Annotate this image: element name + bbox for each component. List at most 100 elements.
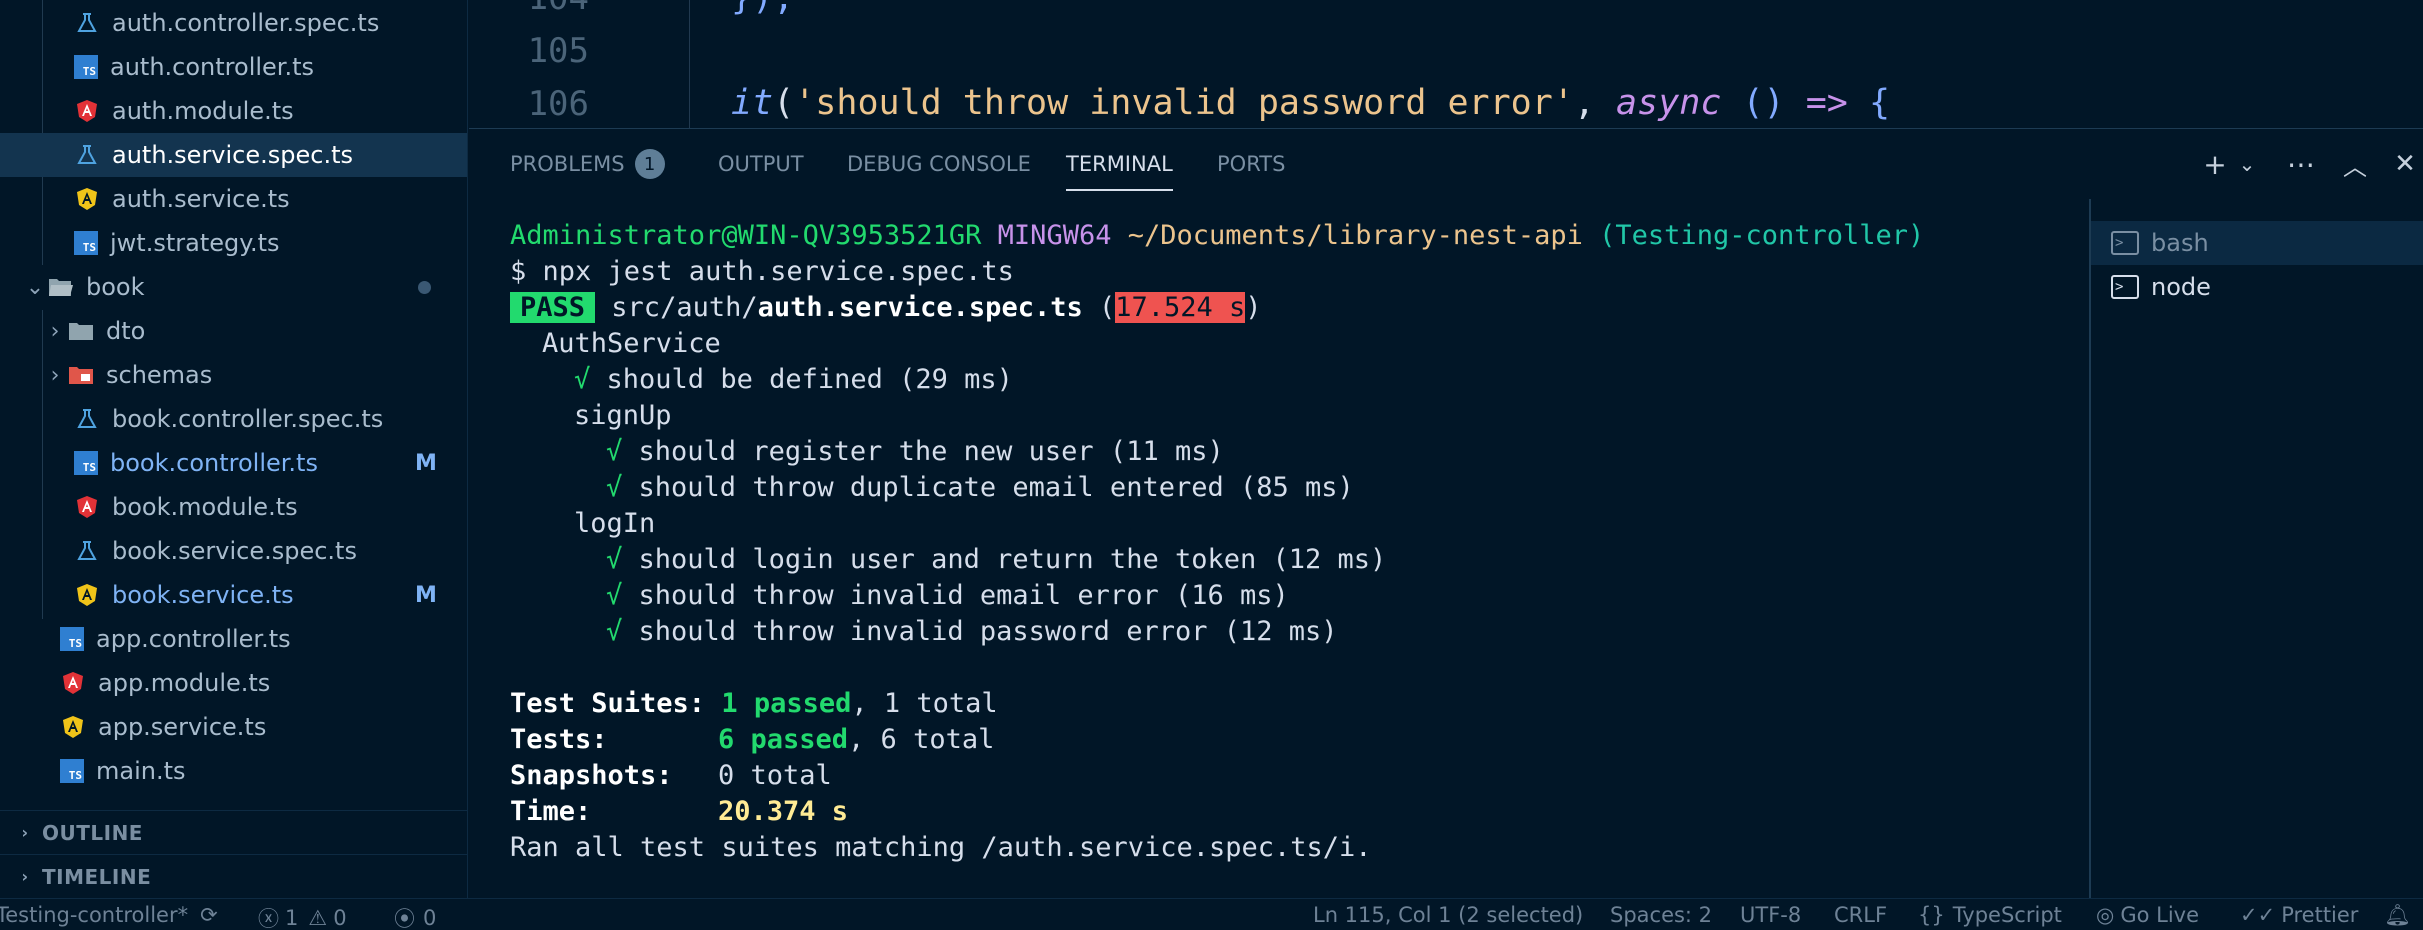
typescript-file-icon: TS bbox=[74, 55, 98, 79]
outline-label: OUTLINE bbox=[42, 820, 143, 845]
summary-label: Tests: bbox=[510, 724, 608, 755]
indentation[interactable]: Spaces: 2 bbox=[1610, 903, 1712, 927]
maximize-panel-button[interactable]: ︿ bbox=[2335, 145, 2375, 183]
new-terminal-button[interactable]: + bbox=[2197, 145, 2233, 183]
file-book-module[interactable]: book.module.ts bbox=[0, 485, 467, 529]
test-flask-icon bbox=[74, 538, 100, 564]
modified-badge: M bbox=[415, 450, 437, 476]
terminal-tab-bash[interactable]: > bash bbox=[2091, 221, 2423, 265]
encoding[interactable]: UTF-8 bbox=[1740, 903, 1801, 927]
test-flask-icon bbox=[74, 406, 100, 432]
tab-terminal[interactable]: TERMINAL bbox=[1066, 129, 1173, 199]
file-label: app.controller.ts bbox=[96, 625, 291, 653]
suite-name: AuthService bbox=[542, 328, 721, 359]
test-result-line: √ should throw invalid password error (1… bbox=[606, 614, 1338, 650]
timeline-section[interactable]: › TIMELINE bbox=[0, 854, 467, 898]
problems-indicator[interactable]: ⓧ 1 ⚠ 0 bbox=[258, 903, 347, 930]
tab-problems[interactable]: PROBLEMS 1 bbox=[510, 129, 665, 199]
angular-red-icon bbox=[60, 670, 86, 696]
test-result-text: should register the new user (11 ms) bbox=[638, 436, 1224, 467]
file-auth-controller[interactable]: TS auth.controller.ts bbox=[0, 45, 467, 89]
code-editor[interactable]: 104 }); 105 106 it('should throw invalid… bbox=[469, 0, 2423, 128]
tab-label: OUTPUT bbox=[718, 152, 804, 176]
file-book-service-spec[interactable]: book.service.spec.ts bbox=[0, 529, 467, 573]
code-line: }); bbox=[731, 0, 794, 18]
folder-label: book bbox=[86, 273, 145, 301]
timeline-label: TIMELINE bbox=[42, 864, 152, 889]
summary-passed: 1 passed bbox=[721, 688, 852, 719]
terminal-name: bash bbox=[2151, 229, 2209, 257]
prettier-button[interactable]: ✓✓ Prettier bbox=[2240, 903, 2358, 927]
chevron-right-icon: › bbox=[21, 867, 29, 886]
summary-time: Time: 20.374 s bbox=[510, 794, 848, 830]
outline-section[interactable]: › OUTLINE bbox=[0, 810, 467, 854]
cursor-position[interactable]: Ln 115, Col 1 (2 selected) bbox=[1313, 903, 1583, 927]
file-label: book.module.ts bbox=[112, 493, 298, 521]
tab-output[interactable]: OUTPUT bbox=[718, 129, 804, 199]
status-bar: Testing-controller* ⟳ ⓧ 1 ⚠ 0 ⦿ 0 Ln 115… bbox=[0, 898, 2423, 930]
code-line: it('should throw invalid password error'… bbox=[731, 83, 1891, 123]
terminal-prompt-line: Administrator@WIN-QV3953521GR MINGW64 ~/… bbox=[510, 218, 1924, 254]
folder-open-icon bbox=[48, 274, 74, 300]
file-auth-controller-spec[interactable]: auth.controller.spec.ts bbox=[0, 1, 467, 45]
file-main[interactable]: TS main.ts bbox=[0, 749, 467, 793]
tab-label: PORTS bbox=[1217, 152, 1286, 176]
notifications-button[interactable]: 🔔︎ bbox=[2384, 903, 2411, 928]
file-app-service[interactable]: app.service.ts bbox=[0, 705, 467, 749]
test-result-text: should throw invalid password error (12 … bbox=[638, 616, 1338, 647]
check-icon: √ bbox=[606, 544, 623, 575]
file-label: auth.controller.spec.ts bbox=[112, 9, 380, 37]
test-flask-icon bbox=[74, 10, 100, 36]
test-result-text: should throw invalid email error (16 ms) bbox=[638, 580, 1289, 611]
test-group-name: logIn bbox=[574, 508, 656, 539]
file-book-controller[interactable]: TS book.controller.ts M bbox=[0, 441, 467, 485]
file-label: auth.module.ts bbox=[112, 97, 294, 125]
file-auth-service-spec[interactable]: auth.service.spec.ts bbox=[0, 133, 467, 177]
file-auth-service[interactable]: auth.service.ts bbox=[0, 177, 467, 221]
close-panel-button[interactable]: ✕ bbox=[2387, 145, 2423, 183]
file-jwt-strategy[interactable]: TS jwt.strategy.ts bbox=[0, 221, 467, 265]
folder-schemas[interactable]: › schemas bbox=[0, 353, 467, 397]
file-app-module[interactable]: app.module.ts bbox=[0, 661, 467, 705]
tab-label: DEBUG CONSOLE bbox=[847, 152, 1031, 176]
tab-debug-console[interactable]: DEBUG CONSOLE bbox=[847, 129, 1031, 199]
prompt-env: MINGW64 bbox=[997, 220, 1112, 251]
warning-count: 0 bbox=[333, 906, 347, 930]
typescript-file-icon: TS bbox=[60, 759, 84, 783]
line-number: 106 bbox=[527, 84, 589, 124]
terminal-icon: > bbox=[2111, 275, 2139, 299]
tab-label: TERMINAL bbox=[1066, 152, 1173, 176]
typescript-file-icon: TS bbox=[74, 451, 98, 475]
line-ending[interactable]: CRLF bbox=[1834, 903, 1887, 927]
go-live-button[interactable]: ◎ Go Live bbox=[2096, 903, 2199, 927]
file-book-service[interactable]: book.service.ts M bbox=[0, 573, 467, 617]
summary-value: 20.374 s bbox=[718, 796, 849, 827]
folder-dto[interactable]: › dto bbox=[0, 309, 467, 353]
more-actions-button[interactable]: ⋯ bbox=[2281, 145, 2321, 183]
prompt-user: Administrator@WIN-QV3953521GR bbox=[510, 220, 982, 251]
folder-book[interactable]: ⌄ book bbox=[0, 265, 467, 309]
branch-indicator[interactable]: Testing-controller* ⟳ bbox=[0, 903, 218, 927]
error-icon: ⓧ bbox=[258, 907, 279, 930]
summary-label: Time: bbox=[510, 796, 592, 827]
indent-guide bbox=[689, 0, 690, 128]
language-mode[interactable]: {} TypeScript bbox=[1918, 903, 2062, 927]
bottom-panel: PROBLEMS 1 OUTPUT DEBUG CONSOLE TERMINAL… bbox=[469, 128, 2423, 899]
test-result-line: √ should throw invalid email error (16 m… bbox=[606, 578, 1289, 614]
terminal-icon: > bbox=[2111, 231, 2139, 255]
summary-snapshots: Snapshots: 0 total bbox=[510, 758, 832, 794]
terminal-tab-node[interactable]: > node bbox=[2091, 265, 2423, 309]
file-auth-module[interactable]: auth.module.ts bbox=[0, 89, 467, 133]
summary-tests: Tests: 6 passed, 6 total bbox=[510, 722, 994, 758]
terminal-output[interactable]: Administrator@WIN-QV3953521GR MINGW64 ~/… bbox=[469, 199, 2089, 899]
typescript-file-icon: TS bbox=[74, 231, 98, 255]
tab-ports[interactable]: PORTS bbox=[1217, 129, 1285, 199]
ports-indicator[interactable]: ⦿ 0 bbox=[394, 903, 436, 930]
folder-icon bbox=[68, 318, 94, 344]
file-label: jwt.strategy.ts bbox=[110, 229, 280, 257]
terminal-name: node bbox=[2151, 273, 2211, 301]
terminal-dropdown-button[interactable]: ⌄ bbox=[2233, 145, 2261, 183]
file-app-controller[interactable]: TS app.controller.ts bbox=[0, 617, 467, 661]
file-book-controller-spec[interactable]: book.controller.spec.ts bbox=[0, 397, 467, 441]
modified-badge: M bbox=[415, 582, 437, 608]
